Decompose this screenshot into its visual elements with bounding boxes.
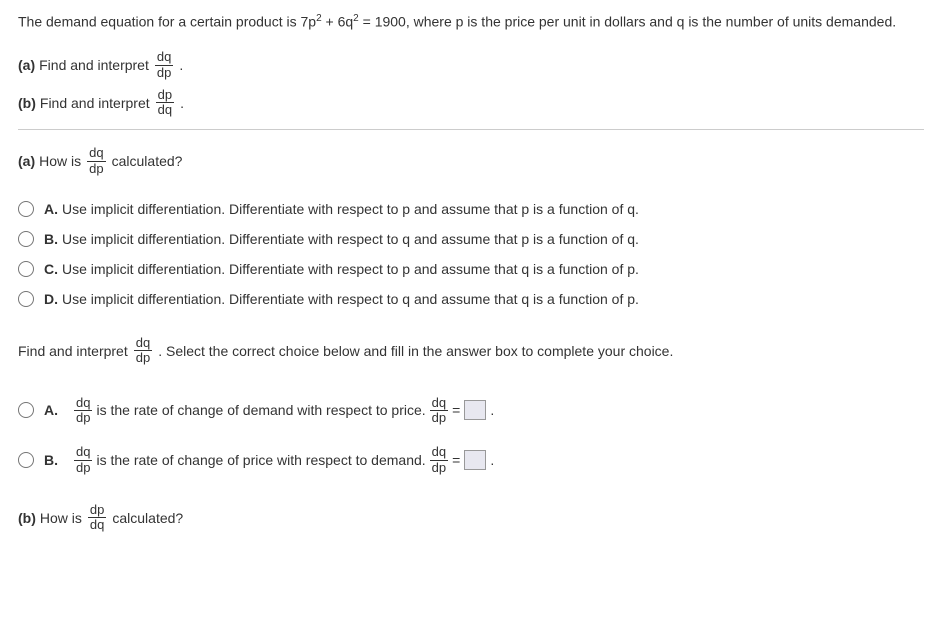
radio-a-C[interactable] <box>18 261 34 277</box>
choices-a-group: A.Use implicit differentiation. Differen… <box>18 194 924 314</box>
q-a-label: (a) <box>18 153 35 169</box>
q-b-fraction: dp dq <box>88 503 106 533</box>
part-b-label: (b) <box>18 95 36 111</box>
radio-int-B[interactable] <box>18 452 34 468</box>
part-a-text: Find and interpret <box>39 57 149 73</box>
divider <box>18 129 924 130</box>
choice-a-C[interactable]: C.Use implicit differentiation. Differen… <box>18 254 924 284</box>
part-b-text: Find and interpret <box>40 95 150 111</box>
part-a-line: (a) Find and interpret dq dp . <box>18 50 924 80</box>
int-A-frac2: dq dp <box>430 396 448 426</box>
interpret-choice-A[interactable]: A. dq dp is the rate of change of demand… <box>18 386 924 436</box>
choice-a-A[interactable]: A.Use implicit differentiation. Differen… <box>18 194 924 224</box>
q-b-label: (b) <box>18 510 36 526</box>
question-b: (b) How is dp dq calculated? <box>18 503 924 533</box>
intro-text: The demand equation for a certain produc… <box>18 12 924 32</box>
q-a-fraction: dq dp <box>87 146 105 176</box>
part-a-fraction: dq dp <box>155 50 173 80</box>
radio-a-A[interactable] <box>18 201 34 217</box>
interpret-fraction: dq dp <box>134 336 152 366</box>
part-b-line: (b) Find and interpret dp dq . <box>18 88 924 118</box>
choice-a-D[interactable]: D.Use implicit differentiation. Differen… <box>18 284 924 314</box>
interpret-choices-group: A. dq dp is the rate of change of demand… <box>18 386 924 485</box>
answer-box-A[interactable] <box>464 400 486 420</box>
question-a: (a) How is dq dp calculated? <box>18 146 924 176</box>
choice-a-B[interactable]: B.Use implicit differentiation. Differen… <box>18 224 924 254</box>
interpret-prompt: Find and interpret dq dp . Select the co… <box>18 336 924 366</box>
int-A-frac1: dq dp <box>74 396 92 426</box>
part-a-label: (a) <box>18 57 35 73</box>
int-B-frac2: dq dp <box>430 445 448 475</box>
answer-box-B[interactable] <box>464 450 486 470</box>
radio-int-A[interactable] <box>18 402 34 418</box>
part-b-fraction: dp dq <box>156 88 174 118</box>
int-B-frac1: dq dp <box>74 445 92 475</box>
radio-a-D[interactable] <box>18 291 34 307</box>
radio-a-B[interactable] <box>18 231 34 247</box>
interpret-choice-B[interactable]: B. dq dp is the rate of change of price … <box>18 435 924 485</box>
main-content[interactable]: The demand equation for a certain produc… <box>0 0 942 641</box>
